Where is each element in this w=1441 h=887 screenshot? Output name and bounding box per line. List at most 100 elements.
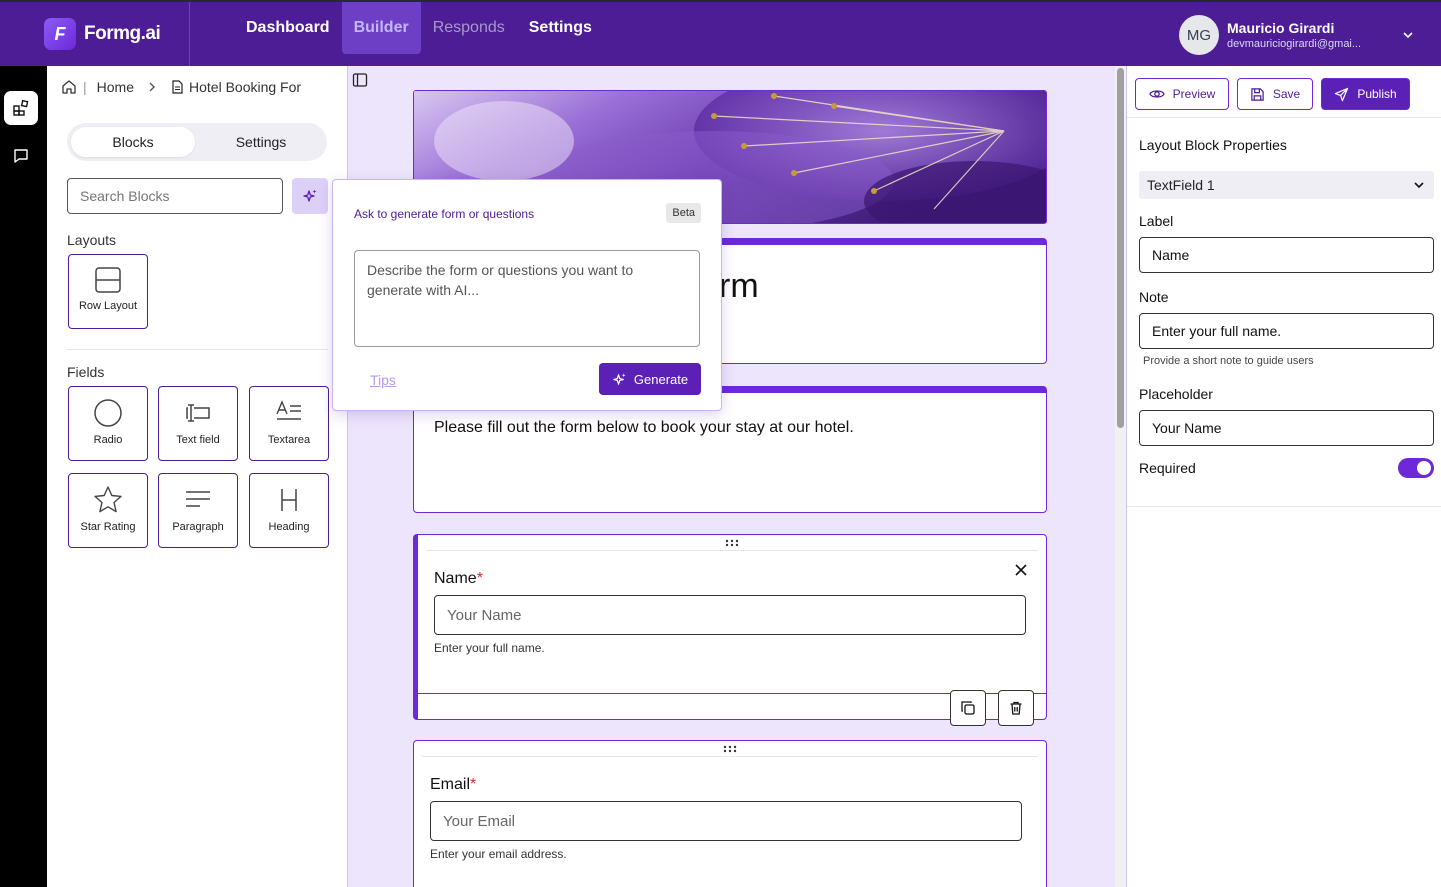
chevron-right-icon — [149, 82, 155, 92]
tab-blocks[interactable]: Blocks — [71, 127, 195, 157]
user-menu[interactable]: MG Mauricio Girardi devmauriciogirardi@g… — [1179, 15, 1415, 55]
nav-settings[interactable]: Settings — [517, 2, 604, 54]
block-text-field[interactable]: Text field — [158, 386, 238, 461]
paragraph-icon — [186, 491, 210, 507]
properties-title: Layout Block Properties — [1139, 137, 1287, 153]
user-email: devmauriciogirardi@gmai... — [1227, 38, 1362, 50]
label-input[interactable]: Name — [1139, 237, 1434, 273]
ai-prompt-textarea[interactable]: Describe the form or questions you want … — [354, 250, 700, 347]
delete-button[interactable] — [998, 690, 1034, 726]
required-mark: * — [476, 570, 483, 587]
note-hint: Provide a short note to guide users — [1143, 355, 1314, 367]
drag-handle[interactable] — [420, 741, 1040, 757]
user-info: Mauricio Girardi devmauriciogirardi@gmai… — [1227, 20, 1379, 50]
panel-tabs: Blocks Settings — [67, 123, 327, 161]
nav-divider — [189, 2, 190, 66]
field-note: Enter your full name. — [434, 641, 545, 655]
star-icon — [94, 486, 122, 513]
trash-icon — [1010, 701, 1022, 715]
save-icon — [1251, 87, 1264, 101]
main-nav: Dashboard Builder Responds Settings — [234, 2, 604, 66]
app-logo[interactable]: F Formg.ai — [44, 18, 161, 50]
note-input[interactable]: Enter your full name. — [1139, 313, 1434, 349]
search-blocks-input[interactable] — [67, 178, 283, 214]
block-heading[interactable]: Heading — [249, 473, 329, 548]
user-name: Mauricio Girardi — [1227, 20, 1335, 36]
chevron-down-icon[interactable] — [1401, 28, 1415, 42]
breadcrumb: | Home Hotel Booking For — [61, 79, 309, 95]
drag-dots-icon — [723, 745, 737, 752]
save-button[interactable]: Save — [1237, 78, 1313, 110]
app-name: Formg.ai — [84, 23, 161, 44]
publish-label: Publish — [1357, 87, 1397, 101]
block-star-rating[interactable]: Star Rating — [68, 473, 148, 548]
row-layout-icon — [95, 267, 121, 293]
generate-button[interactable]: Generate — [599, 363, 701, 395]
ai-generate-button[interactable] — [292, 178, 328, 214]
required-toggle[interactable] — [1398, 458, 1434, 478]
placeholder-title: Placeholder — [1139, 386, 1213, 402]
publish-button[interactable]: Publish — [1321, 78, 1410, 110]
fields-section-label: Fields — [67, 364, 105, 380]
beta-badge: Beta — [666, 203, 701, 223]
canvas-scrollbar[interactable] — [1115, 66, 1126, 887]
scrollbar-thumb[interactable] — [1117, 68, 1124, 428]
block-label: Heading — [268, 521, 310, 533]
preview-label: Preview — [1172, 87, 1216, 101]
block-select[interactable]: TextField 1 — [1139, 171, 1434, 199]
top-nav-bar: F Formg.ai Dashboard Builder Responds Se… — [0, 0, 1441, 66]
drag-dots-icon — [725, 539, 739, 546]
left-panel: | Home Hotel Booking For Blocks Settings… — [47, 66, 348, 887]
section-divider — [67, 349, 328, 350]
copy-icon — [961, 701, 975, 715]
rail-chat-button[interactable] — [4, 139, 38, 173]
sparkles-icon — [613, 372, 626, 385]
block-radio[interactable]: Radio — [68, 386, 148, 461]
block-row-layout[interactable]: Row Layout — [68, 254, 148, 329]
block-label: Star Rating — [80, 521, 136, 533]
document-icon — [172, 80, 183, 94]
block-label: Paragraph — [172, 521, 224, 533]
block-paragraph[interactable]: Paragraph — [158, 473, 238, 548]
nav-dashboard[interactable]: Dashboard — [234, 2, 342, 54]
email-input[interactable]: Your Email — [430, 801, 1022, 841]
sidebar-toggle-icon[interactable] — [352, 72, 368, 88]
save-label: Save — [1272, 87, 1301, 101]
duplicate-button[interactable] — [950, 690, 986, 726]
block-textarea[interactable]: Textarea — [249, 386, 329, 461]
name-input[interactable]: Your Name — [434, 595, 1026, 635]
block-label: Text field — [176, 434, 220, 446]
tab-settings[interactable]: Settings — [199, 127, 323, 157]
nav-builder[interactable]: Builder — [341, 2, 421, 54]
popover-title: Ask to generate form or questions — [354, 207, 535, 221]
preview-button[interactable]: Preview — [1135, 78, 1229, 110]
avatar: MG — [1179, 15, 1219, 55]
home-icon[interactable] — [61, 79, 77, 95]
tips-link[interactable]: Tips — [370, 372, 396, 388]
action-toolbar: Preview Save Publish — [1127, 66, 1441, 118]
breadcrumb-home[interactable]: Home — [97, 79, 134, 95]
close-icon[interactable] — [1014, 563, 1028, 577]
send-icon — [1335, 87, 1349, 101]
layouts-section-label: Layouts — [67, 232, 117, 248]
breadcrumb-current[interactable]: Hotel Booking For — [189, 79, 301, 95]
generate-label: Generate — [633, 371, 689, 387]
drag-handle[interactable] — [424, 535, 1040, 551]
form-description: Please fill out the form below to book y… — [434, 419, 854, 436]
block-label: Textarea — [267, 434, 311, 446]
rail-blocks-button[interactable] — [4, 91, 38, 125]
field-card-email[interactable]: Email* Your Email Enter your email addre… — [413, 740, 1047, 887]
icon-rail — [0, 66, 47, 887]
nav-responds[interactable]: Responds — [421, 2, 517, 54]
required-mark: * — [470, 776, 477, 793]
logo-mark: F — [44, 18, 76, 50]
textarea-icon — [276, 400, 301, 420]
block-label: Radio — [93, 434, 123, 446]
placeholder-input[interactable]: Your Name — [1139, 410, 1434, 446]
field-card-name[interactable]: Name* Your Name Enter your full name. — [413, 534, 1047, 726]
note-title: Note — [1139, 289, 1169, 305]
breadcrumb-separator: | — [83, 79, 87, 95]
ai-generate-popover: Ask to generate form or questions Beta D… — [332, 179, 722, 411]
eye-icon — [1148, 90, 1165, 98]
properties-panel: Preview Save Publish Layout Block Proper… — [1126, 66, 1441, 887]
